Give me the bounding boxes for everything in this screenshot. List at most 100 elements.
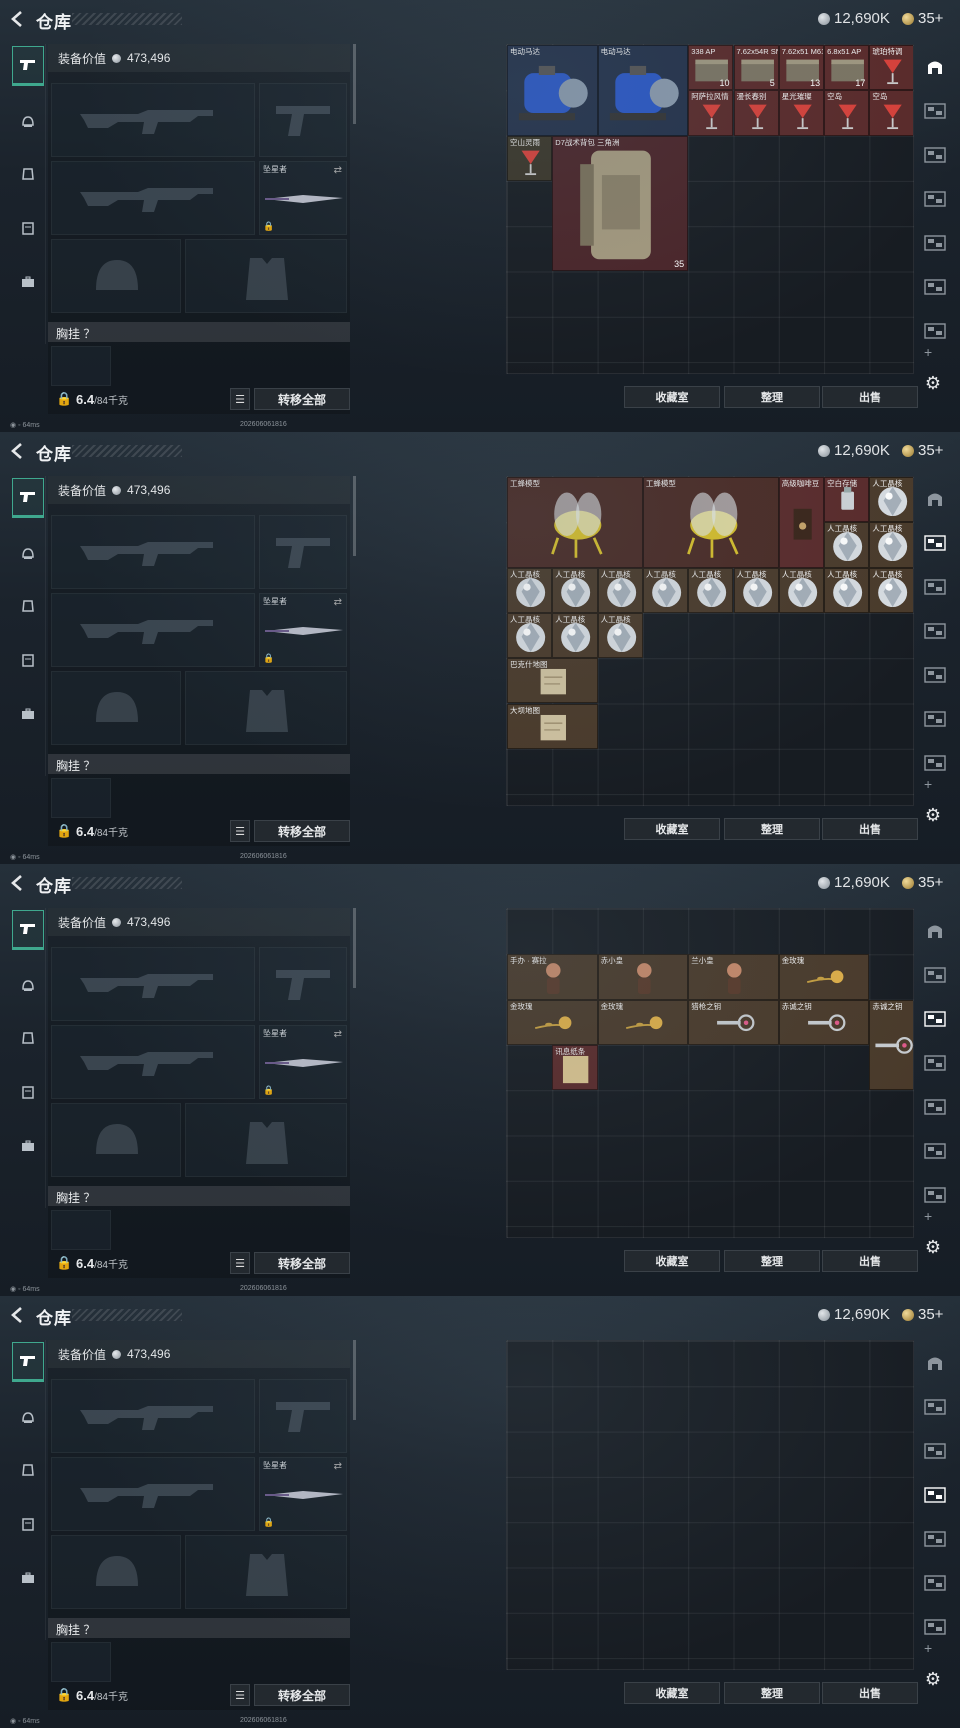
storage-2-icon[interactable]	[922, 1438, 948, 1464]
collection-room-button[interactable]: 收藏室	[624, 818, 720, 840]
inventory-item[interactable]: 空山灵雨	[507, 135, 553, 181]
gold-currency[interactable]: 35+	[902, 874, 943, 891]
storage-5-icon[interactable]	[922, 274, 948, 300]
storage-3-icon[interactable]	[922, 1050, 948, 1076]
inventory-item[interactable]: 工蜂模型	[507, 477, 643, 568]
back-arrow-icon[interactable]	[8, 1305, 28, 1325]
inventory-item[interactable]: 7.62x51 M61 13	[778, 45, 825, 91]
rig-icon[interactable]	[12, 1504, 44, 1544]
inventory-item[interactable]: 338 AP 10	[688, 45, 734, 91]
storage-2-icon[interactable]	[922, 574, 948, 600]
inventory-item[interactable]: 金玫瑰	[597, 999, 689, 1045]
chest-rig-slot[interactable]	[51, 778, 111, 818]
sell-button[interactable]: 出售	[822, 386, 918, 408]
collection-room-button[interactable]: 收藏室	[624, 386, 720, 408]
case-icon[interactable]	[12, 1126, 44, 1166]
inventory-item[interactable]: 金玫瑰	[778, 954, 870, 1000]
helmet-icon[interactable]	[12, 1398, 44, 1438]
storage-3-icon[interactable]	[922, 1482, 948, 1508]
inventory-item[interactable]: 兰小皇	[688, 954, 779, 1000]
primary-weapon-slot[interactable]	[51, 515, 255, 589]
helmet-slot[interactable]	[51, 239, 181, 313]
inventory-item[interactable]: 电动马达	[597, 45, 689, 136]
storage-1-icon[interactable]	[922, 962, 948, 988]
tertiary-weapon-slot[interactable]	[51, 1457, 255, 1531]
chest-rig-label[interactable]: 胸挂 ？	[48, 1186, 350, 1206]
armor-slot[interactable]	[185, 239, 347, 313]
chest-rig-label[interactable]: 胸挂 ？	[48, 322, 350, 342]
swap-icon[interactable]: ⇄	[334, 1461, 342, 1472]
inventory-item[interactable]: 赤小皇	[597, 954, 689, 1000]
warehouse-grid[interactable]: 工蜂模型 工蜂模型 高级咖啡豆 空白存储 人工晶核 人工晶核 人工晶核 人工晶核 人工晶核 人工晶…	[506, 476, 914, 806]
inventory-item[interactable]: 赤诚之钥	[869, 999, 913, 1091]
helmet-slot[interactable]	[51, 1103, 181, 1177]
gold-currency[interactable]: 35+	[902, 442, 943, 459]
inventory-item[interactable]: 阿萨拉风情	[688, 90, 734, 136]
sort-button[interactable]: 整理	[724, 1682, 820, 1704]
secondary-weapon-slot[interactable]	[259, 1379, 347, 1453]
add-storage-icon[interactable]: +	[924, 344, 932, 360]
inventory-item[interactable]: 人工晶核	[507, 567, 553, 613]
armor-slot[interactable]	[185, 1103, 347, 1177]
rig-icon[interactable]	[12, 208, 44, 248]
inventory-item[interactable]: 金玫瑰	[507, 999, 598, 1045]
inventory-item[interactable]: 漫长春别	[733, 90, 779, 136]
helmet-slot[interactable]	[51, 671, 181, 745]
rig-icon[interactable]	[12, 640, 44, 680]
inventory-item[interactable]: 大坝地图	[507, 703, 598, 749]
move-all-button[interactable]: 转移全部	[254, 1252, 350, 1274]
gear-icon[interactable]: ⚙	[922, 1236, 944, 1258]
inventory-item[interactable]: D7战术背包 三角洲 35	[552, 135, 689, 272]
add-storage-icon[interactable]: +	[924, 1640, 932, 1656]
storage-3-icon[interactable]	[922, 618, 948, 644]
chest-rig-label[interactable]: 胸挂 ？	[48, 754, 350, 774]
list-view-button[interactable]: ☰	[230, 388, 250, 410]
armor-slot[interactable]	[185, 671, 347, 745]
sort-button[interactable]: 整理	[724, 386, 820, 408]
case-icon[interactable]	[12, 694, 44, 734]
inventory-item[interactable]: 人工晶核	[778, 567, 825, 613]
storage-6-icon[interactable]	[922, 1182, 948, 1208]
storage-4-icon[interactable]	[922, 230, 948, 256]
back-arrow-icon[interactable]	[8, 441, 28, 461]
warehouse-grid[interactable]: 电动马达电动马达338 AP107.62x54R SNB57.62x51 M61…	[506, 44, 914, 374]
sell-button[interactable]: 出售	[822, 1682, 918, 1704]
helmet-icon[interactable]	[12, 102, 44, 142]
list-view-button[interactable]: ☰	[230, 1252, 250, 1274]
storage-1-icon[interactable]	[922, 98, 948, 124]
collection-room-button[interactable]: 收藏室	[624, 1682, 720, 1704]
melee-slot[interactable]: 坠星者 ⇄ 🔒	[259, 593, 347, 667]
home-vault-icon[interactable]	[922, 54, 948, 80]
inventory-item[interactable]: 人工晶核	[552, 612, 598, 659]
secondary-weapon-slot[interactable]	[259, 947, 347, 1021]
inventory-item[interactable]: 猎枪之钥	[688, 999, 779, 1045]
inventory-item[interactable]: 人工晶核	[552, 567, 598, 613]
secondary-weapon-slot[interactable]	[259, 83, 347, 157]
storage-5-icon[interactable]	[922, 1570, 948, 1596]
storage-6-icon[interactable]	[922, 318, 948, 344]
primary-weapon-slot[interactable]	[51, 83, 255, 157]
sort-button[interactable]: 整理	[724, 818, 820, 840]
gold-currency[interactable]: 35+	[902, 10, 943, 27]
inventory-item[interactable]: 星光璀璨	[778, 90, 825, 136]
pistol-icon[interactable]	[12, 1342, 44, 1382]
back-arrow-icon[interactable]	[8, 9, 28, 29]
storage-6-icon[interactable]	[922, 1614, 948, 1640]
inventory-item[interactable]: 琥珀特调	[869, 45, 913, 91]
pistol-icon[interactable]	[12, 46, 44, 86]
move-all-button[interactable]: 转移全部	[254, 1684, 350, 1706]
home-vault-icon[interactable]	[922, 918, 948, 944]
inventory-item[interactable]: 7.62x54R SNB 5	[733, 45, 779, 91]
inventory-item[interactable]: 人工晶核	[642, 567, 689, 613]
storage-4-icon[interactable]	[922, 1094, 948, 1120]
storage-2-icon[interactable]	[922, 142, 948, 168]
case-icon[interactable]	[12, 1558, 44, 1598]
helmet-icon[interactable]	[12, 966, 44, 1006]
storage-2-icon[interactable]	[922, 1006, 948, 1032]
inventory-item[interactable]: 人工晶核	[824, 522, 870, 568]
pistol-icon[interactable]	[12, 478, 44, 518]
armor-icon[interactable]	[12, 154, 44, 194]
tertiary-weapon-slot[interactable]	[51, 1025, 255, 1099]
storage-1-icon[interactable]	[922, 530, 948, 556]
back-arrow-icon[interactable]	[8, 873, 28, 893]
